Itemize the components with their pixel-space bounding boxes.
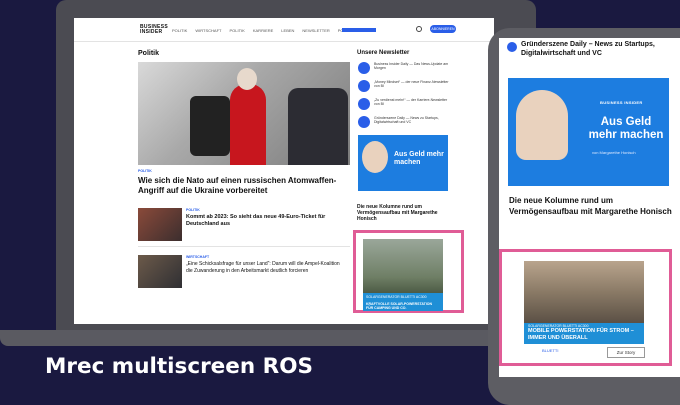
divider [138,246,350,247]
header-promo-bar[interactable] [342,28,376,32]
ad-image [524,261,644,323]
newsletter-icon [507,42,517,52]
newsletter-icon [358,98,370,110]
microphones [190,96,230,156]
nav-item[interactable]: POLITIK [172,28,187,33]
ad-headline: KRAFTVOLLE SOLAR-POWERSTATION FÜR CAMPIN… [366,301,432,311]
hero-kicker: POLITIK [138,169,152,173]
ad-band: SOLARGENERATOR BLUETTI AC300 KRAFTVOLLE … [363,293,443,311]
newsletter-icon [358,62,370,74]
article-kicker: POLITIK [186,208,200,212]
article-thumbnail[interactable] [138,255,182,288]
promo-author: von Margarethe Honisch [592,150,636,155]
hero-image[interactable] [138,62,350,165]
newsletter-item[interactable]: „Money Mindset“ — der neue Finanz-Newsle… [358,80,450,92]
newsletter-text: Gründerszene Daily — News zu Startups, D… [374,116,439,125]
article-title[interactable]: Kommt ab 2023: So sieht das neue 49-Euro… [186,214,344,228]
newsletter-item[interactable]: Gründerszene Daily — News zu Startups, D… [358,116,450,128]
newsletter-item[interactable]: Business Insider Daily — Das News-Update… [358,62,450,74]
promo-title: Aus Geld mehr machen [394,151,444,166]
slide-caption: Mrec multiscreen ROS [45,354,313,379]
nav-item[interactable]: LEBEN [281,28,294,33]
laptop-base [0,330,548,346]
article-title[interactable]: „Eine Schicksalsfrage für unser Land“: D… [186,261,344,274]
newsletter-text: „Zu verdienst mehr!“ — der Karriere-News… [374,98,448,107]
site-header: BUSINESS INSIDER POLITIK WIRTSCHAFT POLI… [74,18,494,42]
newsletter-text: Business Insider Daily — Das News-Update… [374,62,449,71]
user-icon[interactable] [416,26,422,32]
nav-item[interactable]: WIRTSCHAFT [195,28,221,33]
mobile-promo-caption[interactable]: Die neue Kolumne rund um Vermögensaufbau… [509,196,674,217]
author-photo [362,141,388,173]
mobile-newsletter-text[interactable]: Gründerszene Daily – News zu Startups, D… [521,40,671,58]
column-promo[interactable]: Aus Geld mehr machen [358,135,448,191]
newsletter-text: „Money Mindset“ — der neue Finanz-Newsle… [374,80,449,89]
hero-headline[interactable]: Wie sich die Nato auf einen russischen A… [138,176,350,196]
ad-image [363,239,443,293]
nav-item[interactable]: NEWSLETTER [302,28,329,33]
subscribe-button[interactable]: ABONNIEREN [430,25,456,33]
ad-headline: MOBILE POWERSTATION FÜR STROM – IMMER UN… [528,328,634,341]
site-logo[interactable]: BUSINESS INSIDER [140,25,168,35]
mobile-column-promo[interactable]: BUSINESS INSIDER Aus Geld mehr machen vo… [508,78,669,186]
article-kicker: WIRTSCHAFT [186,255,210,259]
author-photo [516,90,568,160]
promo-caption[interactable]: Die neue Kolumne rund um Vermögensaufbau… [357,204,449,222]
section-title: Politik [138,50,160,57]
ad-band: SOLARGENERATOR BLUETTI AC300 MOBILE POWE… [524,323,644,344]
main-nav: POLITIK WIRTSCHAFT POLITIK KARRIERE LEBE… [172,28,357,33]
promo-title: Aus Geld mehr machen [588,116,664,141]
mobile-mrec-ad[interactable]: SOLARGENERATOR BLUETTI AC300 MOBILE POWE… [499,249,672,366]
background-people [288,88,348,165]
promo-label: BUSINESS INSIDER [600,100,643,105]
nav-item[interactable]: KARRIERE [253,28,273,33]
newsletter-title: Unsere Newsletter [357,50,410,56]
desktop-mrec-ad[interactable]: SOLARGENERATOR BLUETTI AC300 KRAFTVOLLE … [353,230,464,313]
newsletter-icon [358,116,370,128]
newsletter-item[interactable]: „Zu verdienst mehr!“ — der Karriere-News… [358,98,450,110]
article-thumbnail[interactable] [138,208,182,241]
newsletter-icon [358,80,370,92]
bluetti-logo: BLUETTI [542,348,559,353]
ad-cta-button[interactable]: Zur Story [607,347,645,358]
nav-item[interactable]: POLITIK [230,28,245,33]
hero-person [230,84,266,165]
hero-person-head [237,68,257,90]
